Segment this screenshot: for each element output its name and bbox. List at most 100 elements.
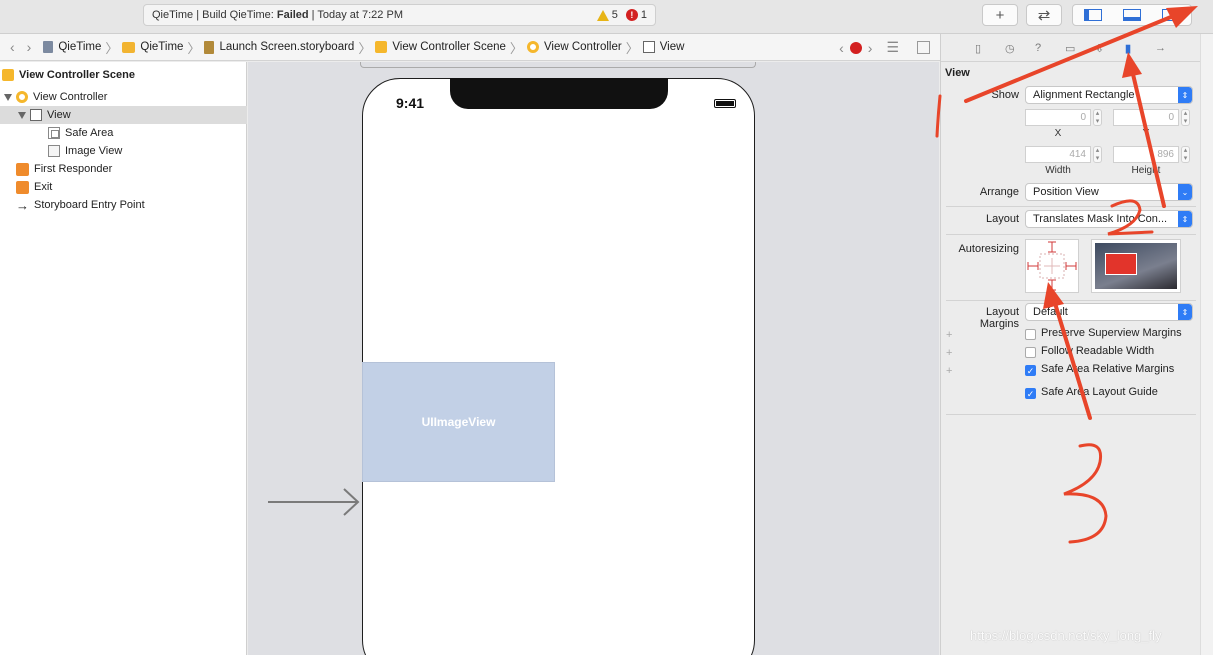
image-view-icon	[48, 145, 60, 157]
breadcrumb-view-controller[interactable]: View Controller 〉	[526, 38, 643, 57]
disclosure-triangle-icon[interactable]	[4, 93, 12, 101]
height-stepper[interactable]: ▴ ▾	[1181, 146, 1190, 163]
scene-dock-frame	[360, 62, 756, 68]
safe-area-layout-guide-label: Safe Area Layout Guide	[1041, 386, 1158, 398]
layout-margins-label: Layout Margins	[979, 306, 1019, 330]
add-variation-icon[interactable]: +	[946, 329, 952, 341]
outline-item-image-view[interactable]: Image View	[0, 142, 247, 160]
jump-bar: ‹ › QieTime 〉 QieTime 〉 Launch Screen.stor…	[0, 34, 940, 61]
panel-toggle-group	[1072, 4, 1192, 26]
view-icon	[30, 109, 42, 121]
outline-item-exit[interactable]: Exit	[0, 178, 247, 196]
breadcrumb-view[interactable]: View	[642, 41, 684, 53]
show-label: Show	[991, 89, 1019, 101]
layout-popup[interactable]: Translates Mask Into Con... ⇕	[1025, 210, 1193, 228]
autoresizing-mask-control[interactable]	[1025, 239, 1079, 293]
popup-chevron-icon: ⇕	[1178, 87, 1192, 103]
prev-issue-icon[interactable]: ‹	[839, 40, 844, 56]
issue-error-icon[interactable]	[849, 41, 862, 54]
warning-icon[interactable]	[596, 9, 609, 21]
preserve-superview-margins-label: Preserve Superview Margins	[1041, 327, 1182, 339]
layout-margins-popup[interactable]: Default ⇕	[1025, 303, 1193, 321]
layout-label: Layout	[985, 213, 1019, 225]
build-status-bar[interactable]: QieTime | Build QieTime: Failed | Today …	[143, 4, 656, 26]
x-stepper[interactable]: ▴ ▾	[1093, 109, 1102, 126]
size-inspector: ▯ ◷ ? ▭ ⇩ ▮ → View Show Alignment Rectan…	[940, 34, 1200, 655]
popup-chevron-icon: ⇕	[1178, 304, 1192, 320]
divider	[946, 414, 1196, 415]
show-popup[interactable]: Alignment Rectangle ⇕	[1025, 86, 1193, 104]
arrange-popup[interactable]: Position View ⌄	[1025, 183, 1193, 201]
add-variation-icon[interactable]: +	[946, 347, 952, 359]
breadcrumb-storyboard[interactable]: Launch Screen.storyboard 〉	[204, 38, 375, 57]
scene-icon	[375, 41, 388, 53]
preserve-superview-margins-checkbox[interactable]	[1025, 329, 1036, 340]
view-controller-icon	[16, 91, 28, 103]
breadcrumb-folder[interactable]: QieTime 〉	[122, 38, 204, 57]
inspector-toggle-icon[interactable]	[1162, 9, 1181, 21]
safe-area-relative-margins-checkbox[interactable]: ✓	[1025, 365, 1036, 376]
follow-readable-width-label: Follow Readable Width	[1041, 345, 1155, 357]
scene-icon	[2, 69, 14, 81]
arrange-label: Arrange	[979, 186, 1019, 198]
code-review-button[interactable]: ⇄	[1026, 4, 1062, 26]
y-label: Y	[1142, 128, 1150, 139]
image-view[interactable]: UIImageView	[362, 362, 555, 482]
outline-item-safe-area[interactable]: Safe Area	[0, 124, 247, 142]
y-field[interactable]: 0	[1113, 109, 1179, 126]
view-icon	[642, 41, 655, 53]
x-field[interactable]: 0	[1025, 109, 1091, 126]
breadcrumb-project[interactable]: QieTime 〉	[43, 38, 122, 57]
entry-arrow-icon: →	[16, 197, 29, 213]
safe-area-layout-guide-checkbox[interactable]: ✓	[1025, 388, 1036, 399]
help-inspector-icon[interactable]: ?	[1035, 42, 1047, 55]
debug-area-toggle-icon[interactable]	[1122, 9, 1141, 21]
back-arrow-icon[interactable]: ‹	[10, 39, 15, 55]
file-inspector-icon[interactable]: ▯	[975, 42, 987, 55]
outline-scene[interactable]: View Controller Scene	[0, 66, 247, 84]
forward-arrow-icon[interactable]: ›	[27, 39, 32, 55]
follow-readable-width-checkbox[interactable]	[1025, 347, 1036, 358]
height-label: Height	[1131, 165, 1161, 176]
battery-icon	[714, 99, 736, 108]
attributes-inspector-icon[interactable]: ⇩	[1095, 42, 1107, 55]
document-outline: View Controller Scene View Controller Vi…	[0, 62, 247, 655]
x-label: X	[1054, 128, 1062, 139]
status-bar-time: 9:41	[396, 95, 425, 111]
y-stepper[interactable]: ▴ ▾	[1181, 109, 1190, 126]
status-state: Failed	[276, 9, 309, 21]
add-editor-icon[interactable]	[917, 41, 930, 54]
error-icon[interactable]: !	[625, 9, 638, 21]
status-prefix: QieTime | Build QieTime:	[152, 9, 274, 21]
view-controller-icon	[526, 41, 539, 53]
library-button[interactable]: +	[982, 4, 1018, 26]
outline-item-first-responder[interactable]: First Responder	[0, 160, 247, 178]
add-variation-icon[interactable]: +	[946, 365, 952, 377]
entry-point-arrow-icon[interactable]	[266, 487, 362, 517]
editor-options-icon[interactable]: ☰	[886, 39, 899, 56]
connections-inspector-icon[interactable]: →	[1155, 42, 1167, 55]
history-inspector-icon[interactable]: ◷	[1005, 42, 1017, 55]
first-responder-icon	[16, 162, 29, 176]
identity-inspector-icon[interactable]: ▭	[1065, 42, 1077, 55]
width-stepper[interactable]: ▴ ▾	[1093, 146, 1102, 163]
folder-icon	[122, 41, 136, 53]
outline-item-view-controller[interactable]: View Controller	[0, 88, 247, 106]
safe-area-icon	[48, 127, 60, 139]
width-field[interactable]: 414	[1025, 146, 1091, 163]
navigator-toggle-icon[interactable]	[1083, 9, 1102, 21]
toolbar: QieTime | Build QieTime: Failed | Today …	[0, 0, 1213, 34]
disclosure-triangle-icon[interactable]	[18, 111, 26, 119]
warning-count: 5	[611, 9, 618, 21]
storyboard-canvas[interactable]: 9:41 UIImageView	[248, 62, 939, 655]
status-suffix: | Today at 7:22 PM	[311, 9, 403, 21]
breadcrumb-scene[interactable]: View Controller Scene 〉	[375, 38, 527, 57]
height-field[interactable]: 896	[1113, 146, 1179, 163]
outline-item-entry-point[interactable]: → Storyboard Entry Point	[0, 196, 247, 214]
popup-chevron-icon: ⌄	[1178, 184, 1192, 200]
outline-item-view[interactable]: View	[0, 106, 247, 124]
background-window-edge	[1200, 34, 1213, 655]
project-icon	[43, 41, 54, 53]
next-issue-icon[interactable]: ›	[868, 40, 873, 56]
size-inspector-icon[interactable]: ▮	[1125, 42, 1137, 55]
